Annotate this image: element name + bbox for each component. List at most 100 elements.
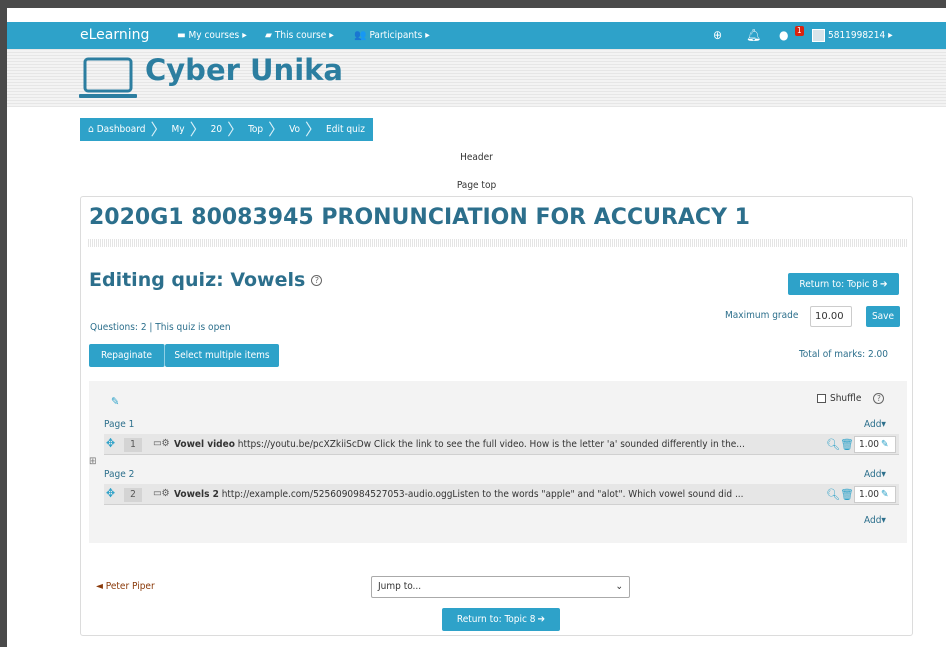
page-title: Editing quiz: Vowels? xyxy=(89,269,323,291)
help-icon[interactable]: ? xyxy=(311,275,323,286)
participants-label: Participants xyxy=(369,30,423,41)
caret-right-icon: ▸ xyxy=(242,30,247,41)
laptop-icon xyxy=(79,57,137,98)
question-name: Vowel video xyxy=(174,439,235,450)
questions-info: Questions: 2 | This quiz is open xyxy=(90,322,231,333)
participants-menu[interactable]: 👥 Participants ▸ xyxy=(354,30,430,41)
chevron-right-icon: 〉 xyxy=(150,119,167,139)
return-to-topic-button-bottom[interactable]: Return to: Topic 8 ➔ xyxy=(442,608,560,631)
this-course-label: This course xyxy=(274,30,327,41)
question-text[interactable]: Vowel video https://youtu.be/pcXZkiiScDw… xyxy=(174,439,824,450)
pencil-icon: ✎ xyxy=(881,489,889,500)
page-top-region-label: Page top xyxy=(456,180,497,191)
preview-icon[interactable]: 🔍︎ xyxy=(826,438,840,451)
breadcrumb: ⌂ Dashboard 〉 My 〉 20 〉 Top 〉 Vo 〉 Edit … xyxy=(80,118,373,141)
breadcrumb-item-edit-quiz[interactable]: Edit quiz xyxy=(326,124,365,135)
add-menu-end[interactable]: Add▾ xyxy=(864,515,886,526)
jump-to-select[interactable]: Jump to... ⌄ xyxy=(371,576,630,598)
site-name[interactable]: Cyber Unika xyxy=(145,53,343,87)
add-menu-page-1[interactable]: Add▾ xyxy=(864,419,886,430)
preview-icon[interactable]: 🔍︎ xyxy=(826,488,840,501)
question-body: http://example.com/5256090984527053-audi… xyxy=(221,489,744,500)
question-name: Vowels 2 xyxy=(174,489,219,500)
book-icon: ▰ xyxy=(265,30,272,41)
return-button-label: Return to: Topic 8 xyxy=(456,614,536,625)
add-label: Add xyxy=(864,469,882,480)
my-courses-menu[interactable]: ▬ My courses ▸ xyxy=(177,30,247,41)
return-button-label: Return to: Topic 8 xyxy=(799,278,879,290)
select-multiple-button[interactable]: Select multiple items xyxy=(165,344,279,367)
question-mark-value: 1.00 xyxy=(859,439,880,450)
breadcrumb-item-dashboard[interactable]: ⌂ Dashboard xyxy=(88,124,146,135)
caret-right-icon: ▸ xyxy=(425,30,430,41)
pencil-icon: ✎ xyxy=(881,439,889,450)
header-region-label: Header xyxy=(460,152,493,163)
breadcrumb-item-my[interactable]: My xyxy=(172,124,185,135)
help-icon[interactable]: ? xyxy=(873,393,885,404)
brand-link[interactable]: eLearning xyxy=(80,27,149,43)
sign-in-icon: ➔ xyxy=(537,614,546,625)
course-title: 2020G1 80083945 PRONUNCIATION FOR ACCURA… xyxy=(89,205,750,230)
chevron-right-icon: 〉 xyxy=(227,119,244,139)
repaginate-button[interactable]: Repaginate xyxy=(89,344,165,367)
site-header: Cyber Unika xyxy=(7,49,946,107)
max-grade-label: Maximum grade xyxy=(725,310,799,321)
question-row: ✥ 1 ▭⚙ Vowel video https://youtu.be/pcXZ… xyxy=(104,434,899,455)
trash-icon[interactable]: 🗑︎ xyxy=(840,438,854,451)
accessibility-icon[interactable]: ⊕ xyxy=(713,28,722,42)
breadcrumb-item-top[interactable]: Top xyxy=(248,124,263,135)
user-menu[interactable]: 5811998214 ▸ xyxy=(828,30,893,41)
avatar[interactable] xyxy=(812,29,825,42)
user-id-label: 5811998214 xyxy=(828,30,886,41)
top-navbar: eLearning ▬ My courses ▸ ▰ This course ▸… xyxy=(7,22,946,49)
chevron-right-icon: 〉 xyxy=(189,119,206,139)
shuffle-label: Shuffle xyxy=(830,393,862,404)
trash-icon[interactable]: 🗑︎ xyxy=(840,488,854,501)
question-list-panel: ✎ Shuffle ? Page 1 Add▾ ✥ 1 ▭⚙ Vowel vid… xyxy=(89,381,907,543)
caret-right-icon: ▸ xyxy=(329,30,334,41)
page-title-text: Editing quiz: Vowels xyxy=(89,269,306,291)
chat-icon[interactable]: ● xyxy=(779,28,788,42)
question-number: 1 xyxy=(124,438,142,452)
previous-activity-link[interactable]: ◄ Peter Piper xyxy=(96,581,155,592)
question-mark-field[interactable]: 1.00 ✎ xyxy=(854,436,896,453)
question-mark-value: 1.00 xyxy=(859,489,880,500)
page-frame: eLearning ▬ My courses ▸ ▰ This course ▸… xyxy=(7,8,946,647)
chevron-right-icon: 〉 xyxy=(268,119,285,139)
breadcrumb-item-20[interactable]: 20 xyxy=(211,124,222,135)
add-label: Add xyxy=(864,419,882,430)
question-body: https://youtu.be/pcXZkiiScDw Click the l… xyxy=(237,439,745,450)
question-mark-field[interactable]: 1.00 ✎ xyxy=(854,486,896,503)
breadcrumb-item-vo[interactable]: Vo xyxy=(289,124,300,135)
total-marks: Total of marks: 2.00 xyxy=(799,349,888,360)
main-content-card: 2020G1 80083945 PRONUNCIATION FOR ACCURA… xyxy=(80,196,913,636)
description-type-icon: ▭⚙ xyxy=(153,438,170,449)
page-1-label: Page 1 xyxy=(104,419,135,430)
users-icon: 👥 xyxy=(354,30,367,41)
home-icon: ⌂ xyxy=(88,124,94,135)
chevron-right-icon: 〉 xyxy=(305,119,322,139)
pencil-icon[interactable]: ✎ xyxy=(111,395,119,408)
move-icon[interactable]: ✥ xyxy=(106,436,115,450)
return-to-topic-button-top[interactable]: Return to: Topic 8 ➔ xyxy=(788,273,899,295)
message-count-badge: 1 xyxy=(795,26,804,36)
page-break-icon[interactable]: ⊞ xyxy=(89,456,97,467)
question-text[interactable]: Vowels 2 http://example.com/525609098452… xyxy=(174,489,824,500)
max-grade-input[interactable] xyxy=(810,306,852,327)
add-menu-page-2[interactable]: Add▾ xyxy=(864,469,886,480)
chevron-down-icon: ⌄ xyxy=(615,581,623,592)
this-course-menu[interactable]: ▰ This course ▸ xyxy=(265,30,334,41)
bell-icon[interactable]: 🔔︎ xyxy=(746,28,761,42)
move-icon[interactable]: ✥ xyxy=(106,486,115,500)
sign-in-icon: ➔ xyxy=(880,278,888,290)
add-label: Add xyxy=(864,515,882,526)
breadcrumb-label: Dashboard xyxy=(96,124,146,135)
save-button[interactable]: Save xyxy=(866,306,900,327)
description-type-icon: ▭⚙ xyxy=(153,488,170,499)
question-row: ✥ 2 ▭⚙ Vowels 2 http://example.com/52560… xyxy=(104,484,899,505)
page-2-label: Page 2 xyxy=(104,469,135,480)
jump-to-label: Jump to... xyxy=(378,581,422,592)
my-courses-label: My courses xyxy=(188,30,240,41)
shuffle-checkbox[interactable] xyxy=(817,394,826,403)
courses-icon: ▬ xyxy=(177,30,186,41)
